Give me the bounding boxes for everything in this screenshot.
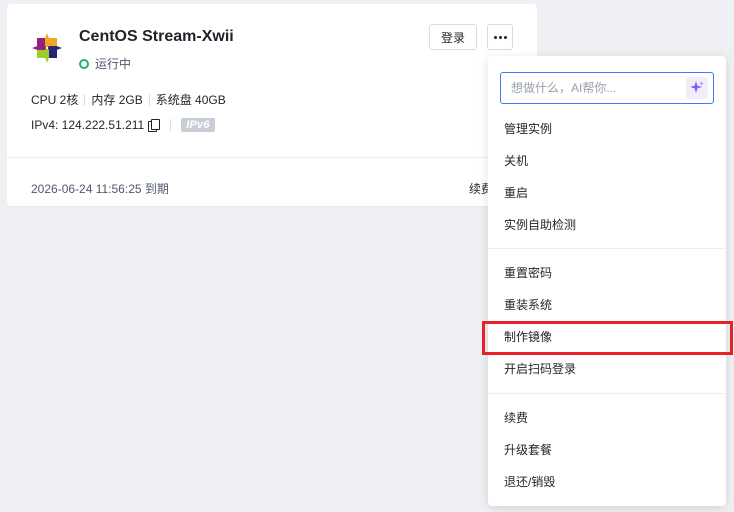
expire-time: 2026-06-24 11:56:25 到期	[31, 182, 169, 196]
status-text: 运行中	[95, 57, 132, 71]
dot-icon	[498, 35, 502, 39]
menu-item-manage-instance[interactable]: 管理实例	[488, 112, 726, 144]
status-ring-icon	[79, 58, 89, 69]
menu-item-renew[interactable]: 续费	[488, 401, 726, 433]
spec-memory: 内存 2GB	[91, 93, 143, 107]
sparkle-icon	[690, 81, 704, 93]
ip-row: IPv4: 124.222.51.211 IPv6	[31, 118, 215, 132]
ai-assistant-input[interactable]	[511, 81, 681, 95]
menu-item-refund-destroy[interactable]: 退还/销毁	[488, 465, 726, 497]
menu-item-create-image[interactable]: 制作镜像	[488, 320, 726, 352]
ai-assistant-box	[500, 72, 714, 104]
ipv6-tag: IPv6	[181, 118, 215, 132]
spec-separator	[84, 93, 86, 106]
menu-divider	[488, 393, 726, 394]
spec-cpu: CPU 2核	[31, 93, 79, 107]
menu-item-self-check[interactable]: 实例自助检测	[488, 208, 726, 240]
menu-item-reinstall-system[interactable]: 重装系统	[488, 288, 726, 320]
stage: CentOS Stream-Xwii 运行中 CPU 2核 内存 2GB 系统盘…	[0, 0, 734, 512]
instance-card: CentOS Stream-Xwii 运行中 CPU 2核 内存 2GB 系统盘…	[7, 4, 537, 206]
spec-disk: 系统盘 40GB	[155, 93, 226, 107]
dot-icon	[503, 35, 507, 39]
menu-divider	[488, 248, 726, 249]
menu-item-upgrade-plan[interactable]: 升级套餐	[488, 433, 726, 465]
menu-item-restart[interactable]: 重启	[488, 176, 726, 208]
login-button[interactable]: 登录	[429, 24, 477, 50]
card-divider	[7, 157, 537, 158]
dot-icon	[493, 35, 497, 39]
centos-logo-icon	[32, 33, 62, 63]
instance-name[interactable]: CentOS Stream-Xwii	[79, 28, 234, 46]
menu-item-reset-password[interactable]: 重置密码	[488, 256, 726, 288]
ipv4-address: IPv4: 124.222.51.211	[31, 118, 145, 132]
more-actions-button[interactable]	[487, 24, 513, 50]
copy-icon[interactable]	[148, 119, 161, 132]
spec-separator	[148, 93, 150, 106]
menu-item-enable-qr-login[interactable]: 开启扫码登录	[488, 352, 726, 384]
menu-item-shutdown[interactable]: 关机	[488, 144, 726, 176]
ip-separator	[170, 119, 172, 131]
instance-specs: CPU 2核 内存 2GB 系统盘 40GB	[31, 91, 226, 108]
instance-status: 运行中	[79, 55, 131, 72]
more-actions-menu: 管理实例 关机 重启 实例自助检测 重置密码 重装系统 制作镜像 开启扫码登录 …	[488, 56, 726, 506]
ai-sparkle-button[interactable]	[686, 77, 708, 99]
